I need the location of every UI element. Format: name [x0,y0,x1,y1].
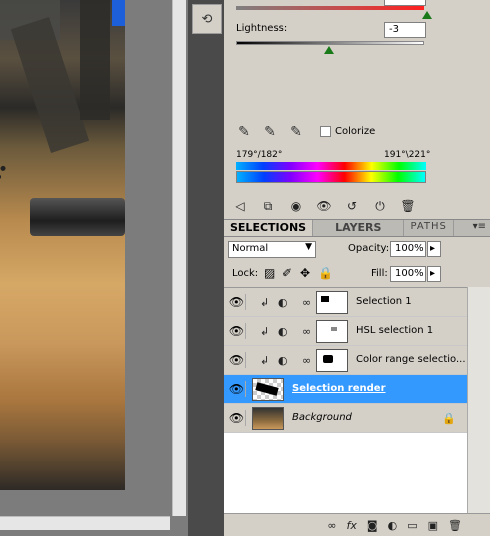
blend-mode-value: Normal [232,243,269,254]
lock-pixels-icon[interactable]: ✐ [282,266,292,280]
layer-name[interactable]: Color range selectio... [356,354,466,365]
layer-name[interactable]: Background [292,412,352,423]
layer-row-color-range-selection[interactable]: 👁 ↲ ◐ ∞ Color range selectio... [224,346,467,375]
adjustment-layer-icon: ◐ [278,296,288,309]
document-image [0,0,125,490]
opacity-field[interactable]: 100% [390,241,426,257]
back-arrow-icon[interactable]: ◁ [230,197,250,215]
eye-icon[interactable]: 👁 [228,294,246,310]
layers-list: 👁 ↲ ◐ ∞ Selection 1 👁 ↲ ◐ ∞ HSL selectio… [224,287,490,513]
fill-field[interactable]: 100% [390,266,426,282]
trash-icon[interactable]: 🗑 [398,197,418,215]
clip-arrow-icon: ↲ [260,354,270,367]
layer-mask-thumbnail[interactable] [316,320,348,343]
folder-icon[interactable]: ▭ [407,519,417,532]
hue-range-slider[interactable] [236,171,426,183]
lightness-field[interactable]: -3 [384,22,426,38]
clip-to-layer-icon[interactable]: ⧉ [258,197,278,215]
layer-row-hsl-selection-1[interactable]: 👁 ↲ ◐ ∞ HSL selection 1 [224,317,467,346]
layer-row-background[interactable]: 👁 Background 🔒 [224,404,467,433]
lock-label: Lock: [232,268,259,279]
lock-all-icon[interactable]: 🔒 [318,266,333,280]
saturation-slider-thumb[interactable] [422,11,432,19]
colorize-checkbox[interactable] [320,126,331,137]
layer-name[interactable]: Selection 1 [356,296,412,307]
eye-icon[interactable]: 👁 [228,323,246,339]
adjustments-layers-panel: Lightness: -3 ✎ ✎ ✎ Colorize 179°/182° 1… [224,0,490,536]
adjustment-layer-icon: ◐ [278,354,288,367]
document-canvas[interactable] [0,0,188,536]
layers-scrollbar[interactable] [467,287,490,513]
layer-mask-thumbnail[interactable] [316,349,348,372]
horizontal-scrollbar[interactable] [0,516,170,530]
link-icon[interactable]: ∞ [302,354,311,367]
layer-thumbnail[interactable] [252,378,284,401]
link-icon[interactable]: ∞ [327,519,336,532]
opacity-label: Opacity: [348,243,390,254]
eye-icon[interactable]: 👁 [228,410,246,426]
lightness-slider-thumb[interactable] [324,46,334,54]
clip-arrow-icon: ↲ [260,325,270,338]
eyedropper-subtract-icon[interactable]: ✎ [288,124,304,140]
adjustment-layer-icon: ◐ [278,325,288,338]
clip-arrow-icon: ↲ [260,296,270,309]
blend-mode-select[interactable]: Normal ▼ [228,241,316,258]
eyedropper-add-icon[interactable]: ✎ [262,124,278,140]
layer-name[interactable]: HSL selection 1 [356,325,433,336]
layer-mask-thumbnail[interactable] [316,291,348,314]
layer-thumbnail[interactable] [252,407,284,430]
adjustment-layer-icon[interactable]: ◐ [388,519,398,532]
saturation-slider[interactable] [236,6,424,10]
hue-spectrum-bar [236,162,426,170]
panel-tabs: SELECTIONS LAYERS PATHS ▾≡ [224,219,490,237]
layer-name[interactable]: Selection render [292,383,386,394]
saturation-field[interactable] [384,0,426,6]
eye-icon[interactable]: 👁 [228,352,246,368]
adjustment-toolbar: ◁ ⧉ ◉ 👁 ↺ ⏻ 🗑 [224,195,490,217]
mask-icon[interactable]: ◉ [286,197,306,215]
lock-icon: 🔒 [442,412,456,425]
link-icon[interactable]: ∞ [302,296,311,309]
opacity-stepper[interactable]: ▸ [427,241,441,257]
hue-range-left-value: 179°/182° [236,150,283,160]
new-layer-icon[interactable]: ▣ [428,519,438,532]
add-mask-icon[interactable]: ◙ [367,519,378,532]
eye-icon[interactable]: 👁 [228,381,246,397]
panel-menu-button[interactable]: ▾≡ [469,220,490,236]
colorize-label: Colorize [335,126,376,137]
link-icon[interactable]: ∞ [302,325,311,338]
reset-icon[interactable]: ↺ [342,197,362,215]
layer-row-selection-render[interactable]: 👁 Selection render [224,375,467,404]
adjustment-history-icon[interactable]: ⟲ [192,4,222,34]
eye-icon[interactable]: 👁 [314,197,334,215]
tab-layers[interactable]: LAYERS [313,220,405,236]
chevron-down-icon: ▼ [305,242,312,252]
layer-row-selection-1[interactable]: 👁 ↲ ◐ ∞ Selection 1 [224,288,467,317]
layers-bottom-toolbar: ∞ fx ◙ ◐ ▭ ▣ 🗑 [224,513,490,536]
panel-dock: ⟲ [188,0,224,536]
trash-icon[interactable]: 🗑 [448,519,462,532]
fill-label: Fill: [371,268,388,279]
fx-icon[interactable]: fx [347,519,357,532]
lightness-slider[interactable] [236,41,424,45]
power-icon[interactable]: ⏻ [370,197,390,215]
fill-stepper[interactable]: ▸ [427,266,441,282]
vertical-scrollbar[interactable] [172,0,186,516]
lock-position-icon[interactable]: ✥ [300,266,310,280]
lock-transparency-icon[interactable]: ▨ [264,266,275,280]
tab-paths[interactable]: PATHS [404,220,454,236]
tab-selections[interactable]: SELECTIONS [224,220,314,236]
eyedropper-icon[interactable]: ✎ [236,124,252,140]
hue-range-right-value: 191°\221° [384,150,431,160]
lightness-label: Lightness: [236,23,288,34]
